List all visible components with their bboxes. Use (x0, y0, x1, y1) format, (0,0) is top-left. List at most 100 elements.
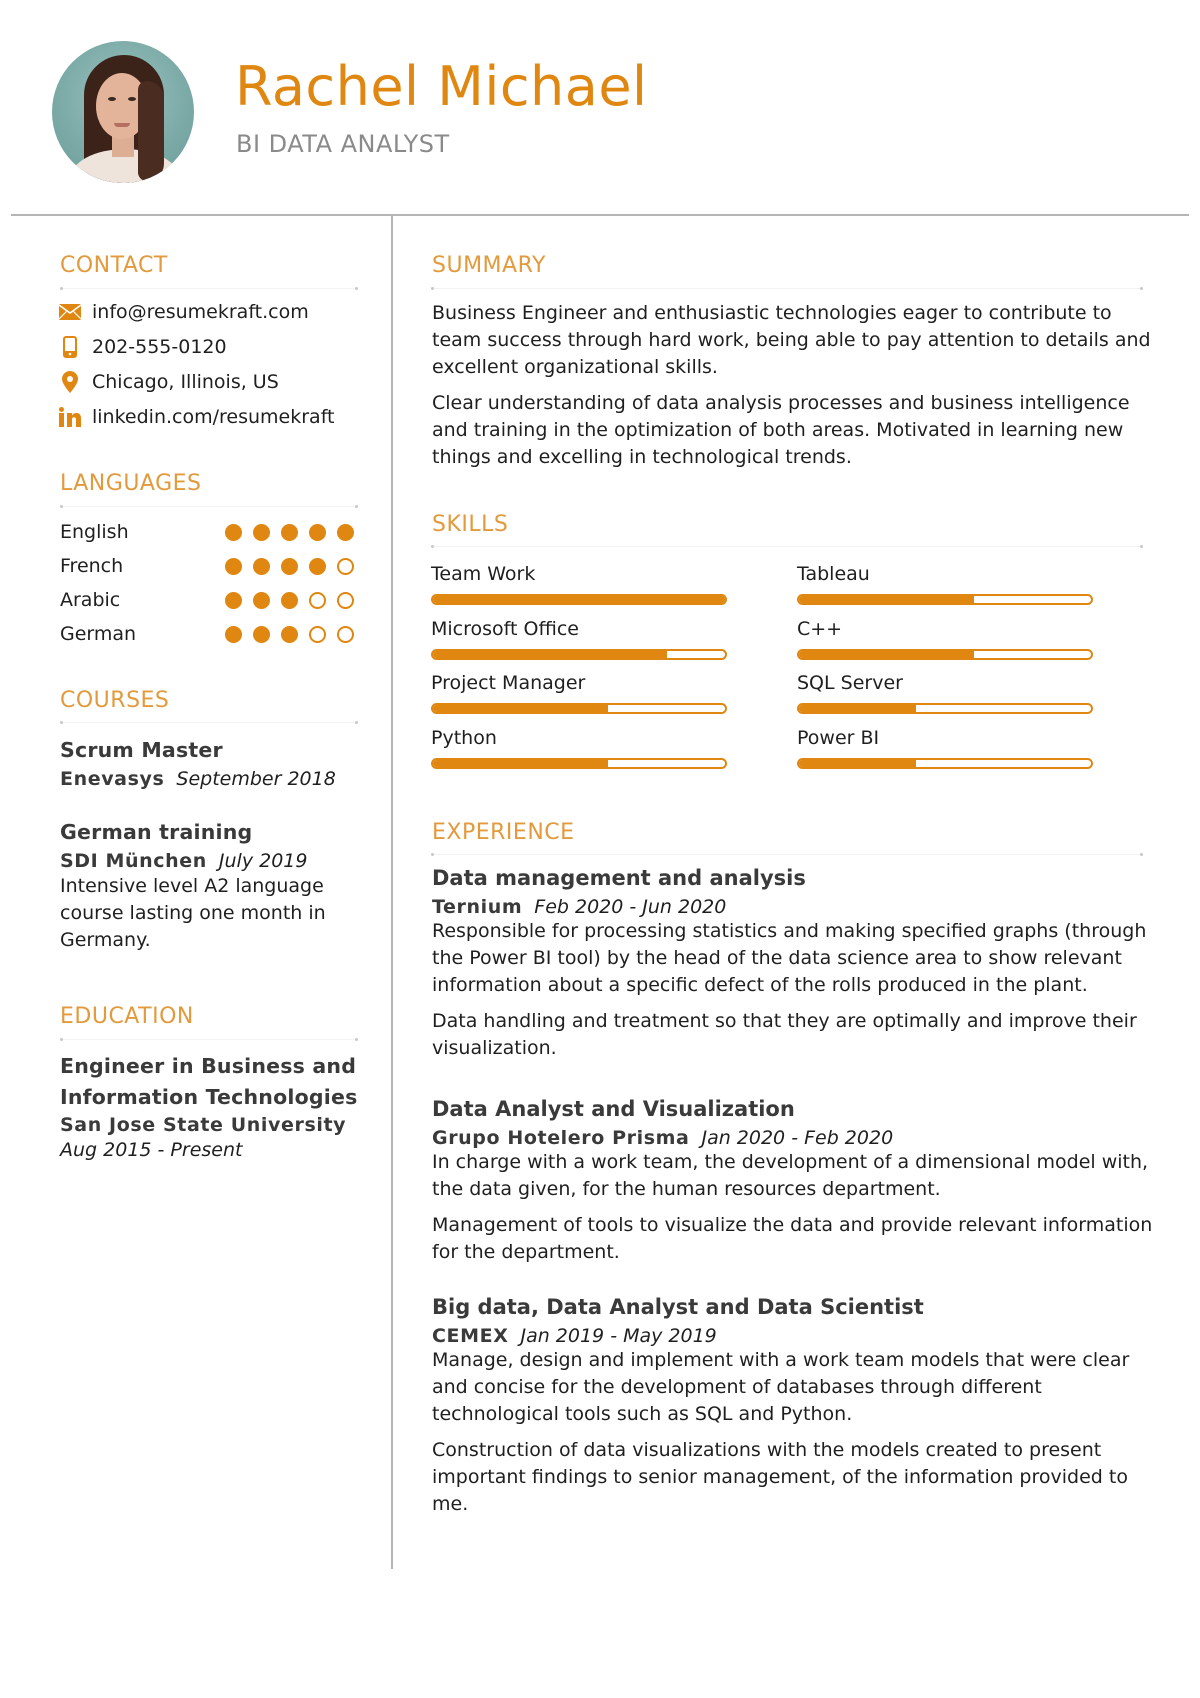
rating-dot-filled (281, 557, 298, 575)
contact-email-text: info@resumekraft.com (92, 301, 309, 323)
envelope-icon (58, 301, 82, 323)
course-title: Scrum Master (60, 738, 223, 762)
experience-company: Ternium (432, 896, 523, 918)
skill-name: Python (431, 727, 497, 749)
education-degree: Engineer in Business and Information Tec… (60, 1051, 358, 1113)
rating-dot-filled (253, 557, 270, 575)
experience-company: Grupo Hotelero Prisma (432, 1127, 690, 1149)
section-rule (431, 287, 1143, 290)
experience-item: Big data, Data Analyst and Data Scientis… (432, 1295, 1157, 1518)
education-school-row: San Jose State University (60, 1114, 358, 1136)
language-row: German (60, 621, 360, 647)
experience-title: Data management and analysis (432, 866, 806, 890)
course-date: September 2018 (176, 768, 336, 790)
location-pin-icon (58, 371, 82, 393)
experience-paragraph: Construction of data visualizations with… (432, 1439, 1128, 1515)
rating-dot-filled (225, 625, 242, 643)
contact-linkedin-text: linkedin.com/resumekraft (92, 406, 335, 428)
course-date: July 2019 (218, 850, 308, 872)
section-rule (60, 505, 358, 508)
skill-item: Project Manager (431, 670, 727, 714)
photo-eye (128, 97, 136, 101)
skill-bar-fill (433, 651, 667, 658)
experience-item: Data management and analysis Ternium Feb … (432, 866, 1157, 1062)
skill-bar-fill (799, 760, 916, 767)
education-degree-line: Engineer in Business and (60, 1054, 357, 1078)
skill-name: Tableau (797, 563, 870, 585)
summary-body: Business Engineer and enthusiastic techn… (432, 300, 1152, 471)
skill-bar-fill (799, 705, 916, 712)
section-rule (60, 721, 358, 724)
skill-item: Team Work (431, 561, 727, 605)
rating-dot-empty (309, 625, 326, 643)
language-name: English (60, 521, 129, 543)
linkedin-icon (58, 406, 82, 428)
language-rating (225, 591, 354, 609)
experience-company: CEMEX (432, 1325, 509, 1347)
course-org: SDI München (60, 850, 207, 872)
experience-paragraph: Responsible for processing statistics an… (432, 920, 1147, 996)
contact-location: Chicago, Illinois, US (58, 369, 279, 395)
course-org: Enevasys (60, 768, 165, 790)
skill-name: Microsoft Office (431, 618, 579, 640)
rating-dot-filled (253, 523, 270, 541)
contact-linkedin[interactable]: linkedin.com/resumekraft (58, 404, 335, 430)
experience-title: Big data, Data Analyst and Data Scientis… (432, 1295, 924, 1319)
experience-paragraph: Data handling and treatment so that they… (432, 1010, 1137, 1059)
contact-phone-text: 202-555-0120 (92, 336, 227, 358)
course-item: German training SDI München July 2019 Int… (60, 820, 360, 954)
experience-paragraph: Management of tools to visualize the dat… (432, 1214, 1153, 1263)
candidate-name: Rachel Michael (235, 55, 648, 118)
profile-photo (52, 41, 194, 183)
experience-item: Data Analyst and Visualization Grupo Hot… (432, 1097, 1157, 1266)
contact-phone[interactable]: 202-555-0120 (58, 334, 227, 360)
experience-meta: Grupo Hotelero Prisma Jan 2020 - Feb 2020 (432, 1127, 1157, 1149)
skill-name: Project Manager (431, 672, 586, 694)
education-degree-line: Information Technologies (60, 1085, 358, 1109)
course-title: German training (60, 820, 253, 844)
header-divider (11, 214, 1189, 216)
rating-dot-filled (253, 625, 270, 643)
section-rule (431, 853, 1143, 856)
rating-dot-filled (309, 523, 326, 541)
skill-bar (431, 758, 727, 769)
skill-bar (431, 594, 727, 605)
skill-item: Tableau (797, 561, 1093, 605)
experience-date: Jan 2019 - May 2019 (520, 1325, 717, 1347)
photo-mouth (114, 123, 130, 127)
skill-bar-fill (799, 596, 975, 603)
skill-item: Microsoft Office (431, 616, 727, 660)
rating-dot-empty (309, 591, 326, 609)
skill-bar (431, 649, 727, 660)
skill-name: Power BI (797, 727, 880, 749)
experience-date: Feb 2020 - Jun 2020 (534, 896, 727, 918)
language-name: Arabic (60, 589, 121, 611)
skill-name: SQL Server (797, 672, 903, 694)
photo-eye (108, 97, 116, 101)
skill-name: Team Work (431, 563, 536, 585)
rating-dot-filled (225, 591, 242, 609)
rating-dot-filled (281, 591, 298, 609)
language-row: Arabic (60, 587, 360, 613)
summary-heading: SUMMARY (432, 253, 546, 278)
section-rule (60, 287, 358, 290)
education-date-row: Aug 2015 - Present (60, 1139, 358, 1161)
skill-name: C++ (797, 618, 843, 640)
skill-bar-fill (433, 705, 609, 712)
experience-title: Data Analyst and Visualization (432, 1097, 795, 1121)
skill-bar (797, 594, 1093, 605)
skill-item: Power BI (797, 725, 1093, 769)
photo-hair (138, 81, 164, 181)
course-item: Scrum Master Enevasys September 2018 (60, 738, 336, 790)
skill-bar (797, 649, 1093, 660)
rating-dot-filled (337, 523, 354, 541)
contact-email[interactable]: info@resumekraft.com (58, 299, 309, 325)
skill-item: Python (431, 725, 727, 769)
rating-dot-filled (225, 557, 242, 575)
skills-heading: SKILLS (432, 512, 509, 537)
experience-paragraph: In charge with a work team, the developm… (432, 1151, 1149, 1200)
course-description: Intensive level A2 language course lasti… (60, 875, 326, 951)
skill-item: C++ (797, 616, 1093, 660)
experience-paragraph: Manage, design and implement with a work… (432, 1349, 1130, 1425)
education-item: Engineer in Business and Information Tec… (60, 1051, 358, 1161)
